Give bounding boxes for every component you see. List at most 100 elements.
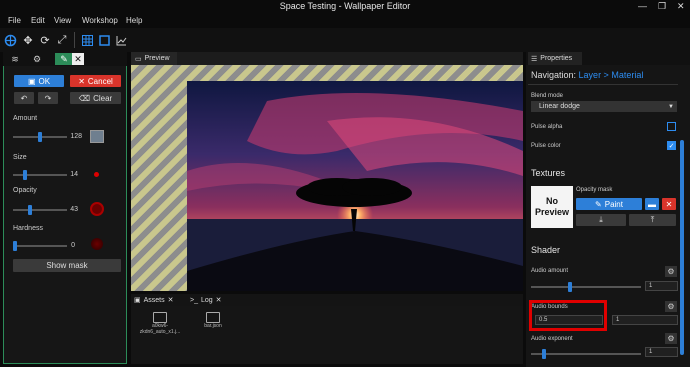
amount-color-swatch[interactable] xyxy=(90,130,104,143)
folder-button[interactable]: ▬ xyxy=(645,198,659,210)
navigation-breadcrumb: Navigation: Layer > Material xyxy=(531,70,643,80)
download-icon: ⤓ xyxy=(599,215,603,224)
nav-path-link[interactable]: Layer > Material xyxy=(579,70,644,80)
scale-icon[interactable]: ⤢ xyxy=(55,33,69,47)
close-tab-icon[interactable]: ✕ xyxy=(72,53,84,65)
shader-title: Shader xyxy=(531,245,561,255)
tab-assets[interactable]: ▣ Assets ✕ xyxy=(134,294,174,306)
tab-properties[interactable]: ☰ Properties xyxy=(528,52,582,65)
canvas-border-top xyxy=(131,65,523,81)
download-button[interactable]: ⤓ xyxy=(576,214,626,226)
remove-texture-button[interactable]: ✕ xyxy=(662,198,676,210)
blend-mode-select[interactable]: Linear dodge ▼ xyxy=(531,101,677,112)
asset-item[interactable]: a0kw6-zkdn6_auto_x1.j... xyxy=(138,312,182,335)
tab-log[interactable]: >_ Log ✕ xyxy=(190,294,222,306)
opacity-label: Opacity xyxy=(13,187,37,194)
audio-bounds-max-input[interactable]: 1 xyxy=(612,315,678,325)
pulse-alpha-checkbox[interactable] xyxy=(667,122,676,131)
opacity-preview-dot xyxy=(90,202,104,216)
nav-prefix: Navigation: xyxy=(531,70,577,80)
redo-button[interactable]: ↷ xyxy=(38,92,58,104)
preview-tab[interactable]: ▭ Preview xyxy=(131,52,177,65)
asset-item-name: bar.json xyxy=(204,323,222,329)
chart-icon[interactable] xyxy=(114,33,128,47)
amount-slider-knob[interactable] xyxy=(38,132,42,142)
size-value: 14 xyxy=(70,171,78,178)
highlight-box xyxy=(529,300,607,331)
hardness-preview-dot xyxy=(91,238,103,250)
cancel-label: Cancel xyxy=(87,76,113,86)
close-button[interactable]: ✕ xyxy=(677,1,685,12)
gear-icon[interactable]: ⚙ xyxy=(665,266,677,277)
hardness-value: 0 xyxy=(71,242,75,249)
audio-amount-input[interactable]: 1 xyxy=(645,281,678,291)
size-label: Size xyxy=(13,154,27,161)
move-icon[interactable]: ✥ xyxy=(21,33,35,47)
menu-workshop[interactable]: Workshop xyxy=(82,16,118,25)
opacity-slider-knob[interactable] xyxy=(28,205,32,215)
tab-assets-label: Assets xyxy=(143,296,165,304)
blend-mode-value: Linear dodge xyxy=(539,103,580,110)
ok-button[interactable]: ▣ OK xyxy=(14,75,64,87)
opacity-value: 43 xyxy=(70,206,78,213)
pulse-color-checkbox[interactable]: ✓ xyxy=(667,141,676,150)
list-icon: ☰ xyxy=(531,55,538,63)
cancel-button[interactable]: ✕ Cancel xyxy=(70,75,121,87)
upload-icon: ⤒ xyxy=(650,215,655,224)
gear-icon[interactable]: ⚙ xyxy=(665,301,677,312)
paint-label: Paint xyxy=(604,199,623,209)
grid-icon[interactable] xyxy=(80,33,94,47)
maximize-button[interactable]: ❐ xyxy=(658,1,666,12)
undo-button[interactable]: ↶ xyxy=(14,92,34,104)
audio-amount-slider[interactable] xyxy=(531,286,641,288)
save-icon: ▣ xyxy=(27,76,36,86)
assets-area xyxy=(131,306,523,364)
close-icon: ✕ xyxy=(665,199,673,209)
menu-view[interactable]: View xyxy=(54,16,71,25)
hardness-slider-knob[interactable] xyxy=(13,241,17,251)
upload-button[interactable]: ⤒ xyxy=(629,214,676,226)
crosshair-icon[interactable] xyxy=(3,33,17,47)
textures-title: Textures xyxy=(531,168,566,178)
layers-icon[interactable]: ≋ xyxy=(6,53,24,65)
asset-item-name: a0kw6-zkdn6_auto_x1.j... xyxy=(139,323,181,335)
amount-label: Amount xyxy=(13,115,38,122)
terminal-icon: >_ xyxy=(190,296,198,304)
eraser-icon: ⌫ xyxy=(78,93,91,103)
show-mask-button[interactable]: Show mask xyxy=(13,259,121,272)
clear-button[interactable]: ⌫ Clear xyxy=(70,92,121,104)
gear-icon[interactable]: ⚙ xyxy=(28,53,46,65)
pulse-color-label: Pulse color xyxy=(531,143,561,149)
paint-button[interactable]: ✎ Paint xyxy=(576,198,642,210)
properties-scrollbar[interactable] xyxy=(680,140,684,355)
cancel-icon: ✕ xyxy=(78,76,85,86)
chevron-down-icon: ▼ xyxy=(668,103,674,110)
audio-exponent-slider-knob[interactable] xyxy=(541,349,546,359)
audio-exponent-label: Audio exponent xyxy=(531,336,573,342)
menu-file[interactable]: File xyxy=(8,16,21,25)
audio-exponent-slider[interactable] xyxy=(531,353,641,355)
gear-icon[interactable]: ⚙ xyxy=(665,333,677,344)
minimize-button[interactable]: — xyxy=(638,1,647,11)
size-slider-knob[interactable] xyxy=(23,170,27,180)
rotate-icon[interactable]: ⟳ xyxy=(38,33,52,47)
audio-exponent-input[interactable]: 1 xyxy=(645,347,678,357)
menu-edit[interactable]: Edit xyxy=(31,16,45,25)
preview-tab-label: Preview xyxy=(144,55,170,62)
size-preview-dot xyxy=(94,172,99,177)
texture-preview[interactable]: No Preview xyxy=(531,186,573,228)
folder-icon: ▬ xyxy=(648,199,656,209)
audio-amount-slider-knob[interactable] xyxy=(568,282,573,292)
asset-item[interactable]: bar.json xyxy=(198,312,228,329)
wallpaper-image[interactable] xyxy=(187,81,523,291)
square-icon[interactable] xyxy=(97,33,111,47)
tab-log-label: Log xyxy=(200,296,213,304)
menu-help[interactable]: Help xyxy=(126,16,142,25)
brush-icon[interactable]: ✎ xyxy=(55,53,73,65)
hardness-label: Hardness xyxy=(13,225,43,232)
close-icon[interactable]: ✕ xyxy=(168,296,174,304)
close-icon[interactable]: ✕ xyxy=(216,296,222,304)
clear-label: Clear xyxy=(93,93,113,103)
file-icon xyxy=(206,312,220,323)
pulse-alpha-label: Pulse alpha xyxy=(531,124,563,130)
